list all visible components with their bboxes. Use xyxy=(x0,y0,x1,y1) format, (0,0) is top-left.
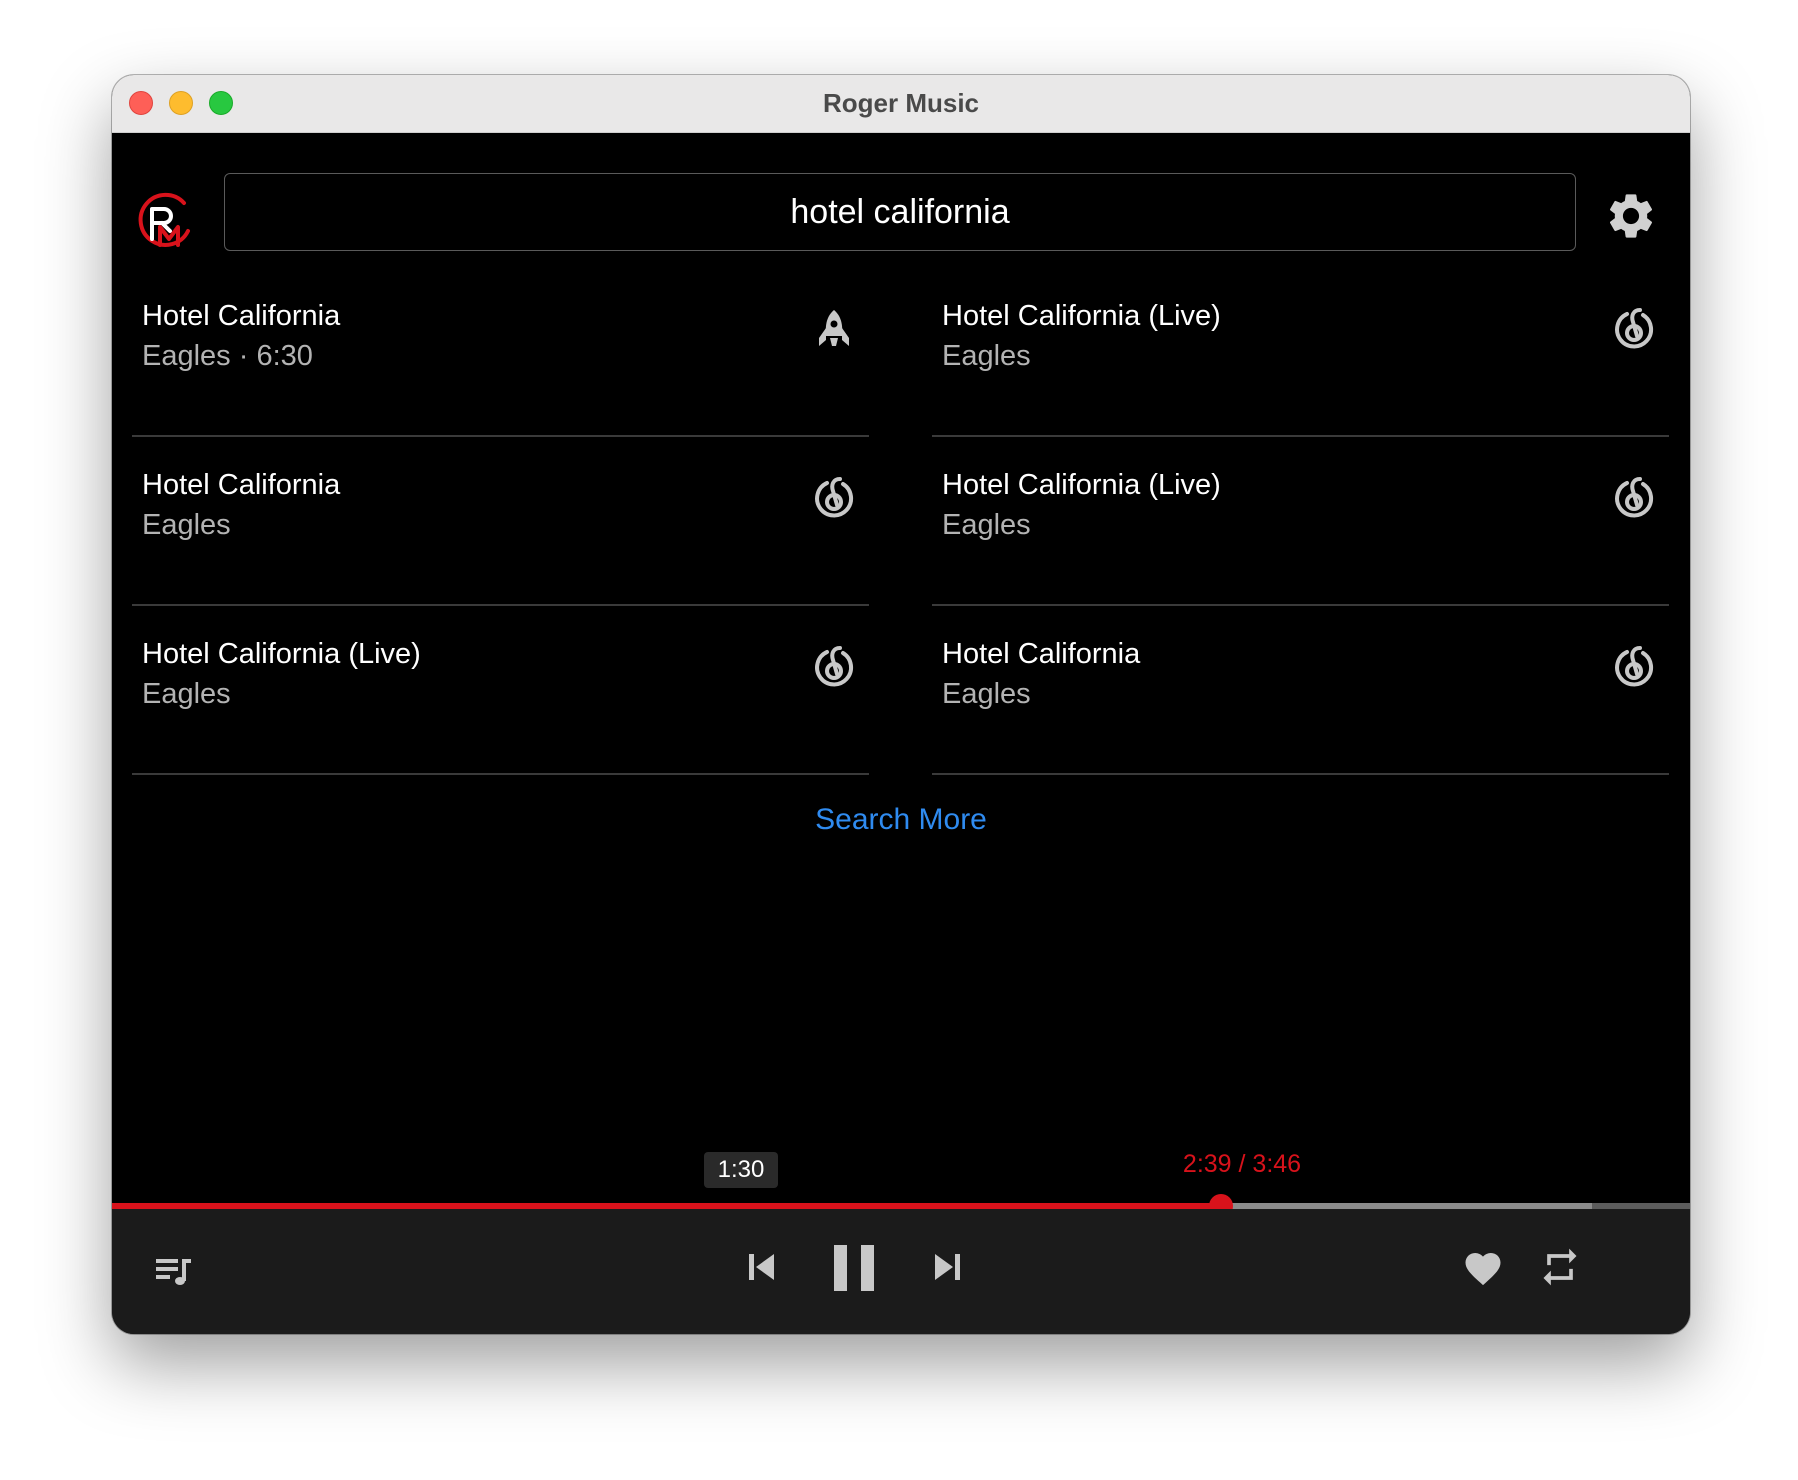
result-item[interactable]: Hotel California (Live) Eagles xyxy=(932,270,1669,437)
netease-music-icon xyxy=(1615,308,1654,349)
title-bar[interactable]: Roger Music xyxy=(112,75,1690,133)
seek-hover-tooltip: 1:30 xyxy=(704,1152,778,1188)
rocket-icon xyxy=(819,310,849,346)
result-item[interactable]: Hotel California (Live) Eagles xyxy=(932,439,1669,606)
netease-music-icon xyxy=(815,477,854,518)
heart-icon[interactable] xyxy=(1462,1247,1504,1287)
result-item[interactable]: Hotel California Eagles xyxy=(132,439,869,606)
window-title: Roger Music xyxy=(822,88,980,118)
repeat-icon[interactable] xyxy=(1538,1245,1582,1289)
result-title: Hotel California xyxy=(142,300,341,332)
result-item[interactable]: Hotel California Eagles xyxy=(932,608,1669,775)
result-subtitle: Eagles xyxy=(942,340,1031,372)
settings-gear-icon[interactable] xyxy=(1604,189,1658,243)
result-subtitle: Eagles xyxy=(142,678,231,710)
netease-music-icon xyxy=(1615,646,1654,687)
player-controls xyxy=(112,1209,1690,1334)
result-title: Hotel California xyxy=(142,469,341,501)
result-subtitle: Eagles xyxy=(142,509,231,541)
app-logo-icon xyxy=(138,192,190,247)
netease-music-icon xyxy=(815,646,854,687)
previous-icon[interactable] xyxy=(746,1250,778,1284)
result-title: Hotel California xyxy=(942,638,1141,670)
playlist-icon[interactable] xyxy=(154,1251,194,1291)
result-title: Hotel California (Live) xyxy=(942,469,1221,501)
pause-icon[interactable] xyxy=(832,1243,876,1293)
next-icon[interactable] xyxy=(931,1250,963,1284)
search-more-link[interactable]: Search More xyxy=(112,803,1690,837)
search-input[interactable] xyxy=(224,173,1576,251)
netease-music-icon xyxy=(1615,477,1654,518)
result-title: Hotel California (Live) xyxy=(942,300,1221,332)
result-item[interactable]: Hotel California (Live) Eagles xyxy=(132,608,869,775)
result-subtitle: Eagles · 6:30 xyxy=(142,340,313,372)
result-item[interactable]: Hotel California Eagles · 6:30 xyxy=(132,270,869,437)
result-title: Hotel California (Live) xyxy=(142,638,421,670)
app-window: Roger Music Hotel California Eagles · 6:… xyxy=(112,75,1690,1334)
result-subtitle: Eagles xyxy=(942,509,1031,541)
time-readout: 2:39 / 3:46 xyxy=(1182,1150,1302,1178)
result-subtitle: Eagles xyxy=(942,678,1031,710)
